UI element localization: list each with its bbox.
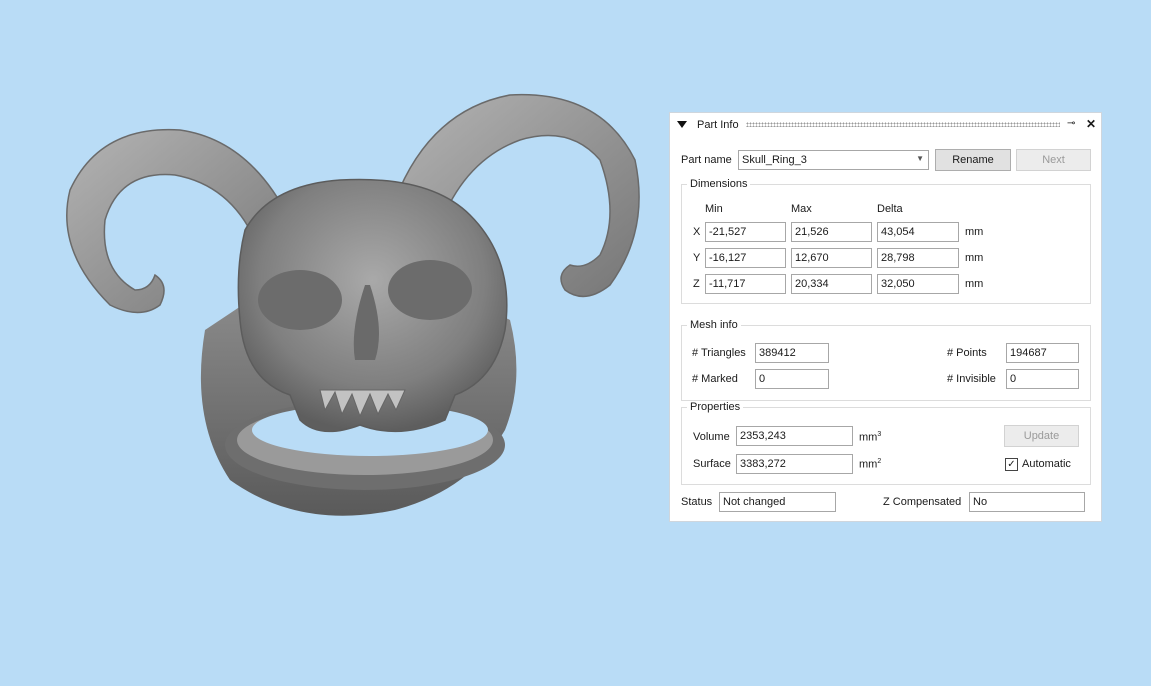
mesh-info-group (681, 325, 1091, 401)
part-name-select[interactable]: Skull_Ring_3 ▼ (738, 150, 929, 170)
surface-unit-exponent: 2 (877, 458, 882, 465)
y-unit: mm (965, 252, 984, 264)
header-min: Min (705, 203, 723, 215)
z-compensated-field[interactable]: No (969, 492, 1085, 512)
3d-viewport[interactable] (0, 0, 660, 683)
automatic-checkbox[interactable]: ✓ (1005, 458, 1018, 471)
axis-y-label: Y (693, 252, 701, 264)
surface-field[interactable]: 3383,272 (736, 454, 853, 474)
volume-label: Volume (693, 431, 730, 443)
next-button[interactable]: Next (1016, 149, 1091, 171)
mesh-info-title: Mesh info (687, 319, 741, 331)
y-max-field[interactable]: 12,670 (791, 248, 872, 268)
points-field[interactable]: 194687 (1006, 343, 1079, 363)
x-max-field[interactable]: 21,526 (791, 222, 872, 242)
status-label: Status (681, 496, 713, 508)
properties-title: Properties (687, 401, 744, 413)
close-icon[interactable]: ✕ (1086, 117, 1096, 131)
part-info-panel: Part Info ⊸ ✕ Part name Skull_Ring_3 ▼ R… (669, 112, 1102, 522)
x-unit: mm (965, 226, 984, 238)
skull-ring-model (66, 93, 640, 516)
invisible-field[interactable]: 0 (1006, 369, 1079, 389)
marked-field[interactable]: 0 (755, 369, 829, 389)
volume-field[interactable]: 2353,243 (736, 426, 853, 446)
invisible-label: # Invisible (947, 373, 996, 385)
axis-z-label: Z (693, 278, 700, 290)
x-delta-field[interactable]: 43,054 (877, 222, 959, 242)
status-field[interactable]: Not changed (719, 492, 836, 512)
part-name-value: Skull_Ring_3 (742, 154, 807, 166)
panel-titlebar: Part Info ⊸ ✕ (670, 113, 1101, 137)
triangles-label: # Triangles (692, 347, 746, 359)
y-min-field[interactable]: -16,127 (705, 248, 786, 268)
volume-unit-exponent: 3 (877, 431, 882, 438)
header-delta: Delta (877, 203, 903, 215)
surface-unit: mm2 (859, 458, 882, 471)
z-unit: mm (965, 278, 984, 290)
update-button[interactable]: Update (1004, 425, 1079, 447)
volume-unit: mm3 (859, 431, 882, 444)
automatic-label: Automatic (1022, 458, 1071, 470)
z-compensated-label: Z Compensated (883, 496, 962, 508)
x-min-field[interactable]: -21,527 (705, 222, 786, 242)
surface-label: Surface (693, 458, 731, 470)
titlebar-grip (746, 122, 1060, 127)
axis-x-label: X (693, 226, 701, 238)
z-max-field[interactable]: 20,334 (791, 274, 872, 294)
pin-icon[interactable]: ⊸ (1067, 118, 1075, 129)
rename-button[interactable]: Rename (935, 149, 1011, 171)
header-max: Max (791, 203, 812, 215)
marked-label: # Marked (692, 373, 738, 385)
dimensions-title: Dimensions (687, 178, 751, 190)
z-delta-field[interactable]: 32,050 (877, 274, 959, 294)
y-delta-field[interactable]: 28,798 (877, 248, 959, 268)
collapse-triangle-icon[interactable] (677, 121, 687, 128)
part-name-label: Part name (681, 154, 732, 166)
points-label: # Points (947, 347, 987, 359)
z-min-field[interactable]: -11,717 (705, 274, 786, 294)
triangles-field[interactable]: 389412 (755, 343, 829, 363)
panel-title: Part Info (697, 119, 739, 131)
chevron-down-icon: ▼ (916, 154, 924, 163)
